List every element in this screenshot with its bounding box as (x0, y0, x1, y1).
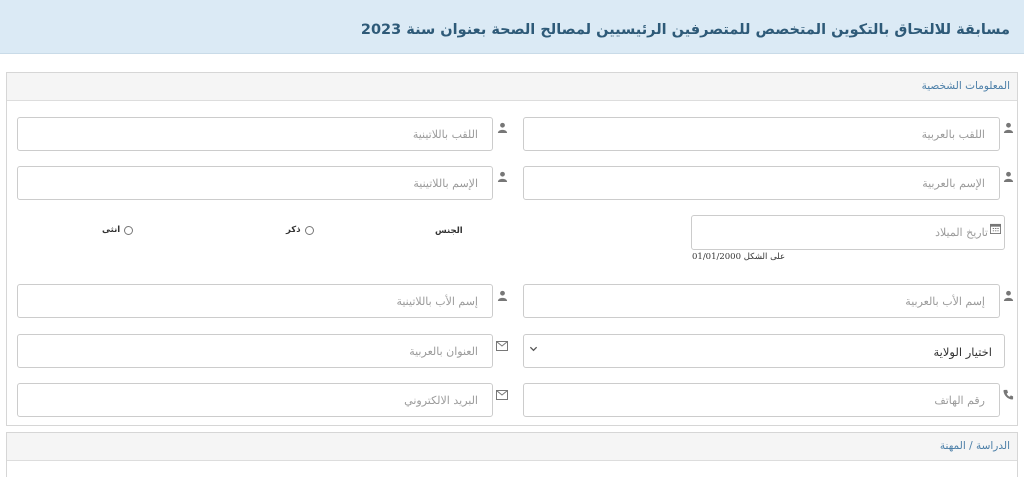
email-placeholder: البريد الالكتروني (404, 394, 478, 407)
chevron-down-icon (529, 343, 538, 356)
surname-ar-placeholder: اللقب بالعربية (921, 128, 985, 141)
user-icon (1003, 122, 1015, 134)
father-name-ar-input[interactable]: إسم الأب بالعربية (523, 284, 1000, 318)
gender-male-label: ذكر (286, 225, 301, 235)
wilaya-select[interactable]: اختيار الولاية (523, 334, 1005, 368)
personal-info-header: المعلومات الشخصية (7, 73, 1017, 101)
page-title: مسابقة للالتحاق بالتكوين المتخصص للمتصرف… (360, 22, 1010, 38)
user-icon (497, 122, 509, 134)
page-banner: مسابقة للالتحاق بالتكوين المتخصص للمتصرف… (0, 0, 1024, 54)
study-profession-panel: الدراسة / المهنة (6, 432, 1018, 477)
user-icon (497, 290, 509, 302)
birthdate-format-hint: على الشكل 01/01/2000 (692, 252, 786, 262)
user-icon (1003, 290, 1015, 302)
name-ar-input[interactable]: الإسم بالعربية (523, 166, 1000, 200)
gender-label: الجنس (435, 226, 463, 236)
birthdate-placeholder: تاريخ الميلاد (935, 226, 988, 239)
phone-input[interactable]: رقم الهاتف (523, 383, 1000, 417)
study-profession-header: الدراسة / المهنة (7, 433, 1017, 461)
father-name-lat-placeholder: إسم الأب باللاتينية (396, 295, 478, 308)
surname-lat-placeholder: اللقب باللاتينية (412, 128, 478, 141)
phone-icon (1003, 389, 1015, 401)
personal-info-title: المعلومات الشخصية (921, 80, 1010, 92)
email-input[interactable]: البريد الالكتروني (17, 383, 493, 417)
surname-ar-input[interactable]: اللقب بالعربية (523, 117, 1000, 151)
gender-option-female[interactable]: انثى (102, 225, 134, 235)
surname-lat-input[interactable]: اللقب باللاتينية (17, 117, 493, 151)
study-profession-title: الدراسة / المهنة (939, 440, 1010, 452)
name-lat-input[interactable]: الإسم باللاتينية (17, 166, 493, 200)
gender-option-male[interactable]: ذكر (286, 225, 314, 235)
birthdate-input[interactable]: تاريخ الميلاد (691, 215, 1005, 250)
phone-placeholder: رقم الهاتف (934, 394, 985, 407)
user-icon (497, 171, 509, 183)
wilaya-select-value: اختيار الولاية (933, 345, 992, 359)
user-icon (1003, 171, 1015, 183)
gender-female-label: انثى (102, 225, 121, 235)
address-ar-placeholder: العنوان بالعربية (409, 345, 478, 358)
envelope-icon (496, 390, 508, 402)
name-ar-placeholder: الإسم بالعربية (922, 177, 985, 190)
gender-female-radio[interactable] (124, 225, 134, 235)
father-name-ar-placeholder: إسم الأب بالعربية (905, 295, 985, 308)
name-lat-placeholder: الإسم باللاتينية (413, 177, 478, 190)
address-ar-input[interactable]: العنوان بالعربية (17, 334, 493, 368)
envelope-icon (496, 341, 508, 353)
gender-male-radio[interactable] (304, 225, 314, 235)
calendar-icon (990, 223, 1002, 235)
father-name-lat-input[interactable]: إسم الأب باللاتينية (17, 284, 493, 318)
